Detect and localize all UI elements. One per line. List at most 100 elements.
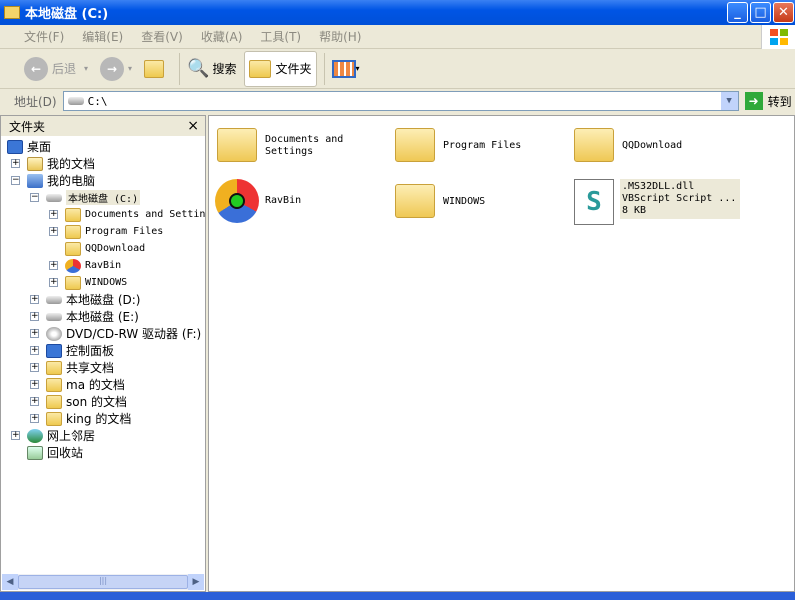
close-button[interactable]: ✕ (773, 2, 794, 23)
tree-item-desktop[interactable]: 桌面 (7, 138, 51, 155)
address-bar: 地址(D) C:\ ▼ ➜ 转到 (0, 89, 795, 113)
item-name: QQDownload (622, 140, 683, 151)
back-button[interactable]: ← 后退 ▾ (20, 51, 92, 87)
minimize-button[interactable]: _ (727, 2, 748, 23)
forward-arrow-icon: → (100, 56, 125, 81)
menu-help[interactable]: 帮助(H) (319, 28, 361, 45)
title-bar: 本地磁盘 (C:) _ □ ✕ (0, 0, 795, 25)
expand-icon[interactable]: + (30, 380, 39, 389)
expand-icon[interactable]: + (30, 346, 39, 355)
item-type: VBScript Script ... (622, 193, 737, 204)
tree-item-documents-and-settings[interactable]: + Documents and Settings (49, 206, 205, 223)
tree-item-ma-documents[interactable]: + ma 的文档 (30, 376, 125, 393)
search-button[interactable]: 🔍 搜索 (183, 51, 240, 87)
windows-logo-icon (761, 25, 795, 49)
tree-item-label: ma 的文档 (66, 378, 125, 392)
tree-item-my-documents[interactable]: + 我的文档 (11, 155, 95, 172)
tree-item-king-documents[interactable]: + king 的文档 (30, 410, 131, 427)
tree-item-drive-d[interactable]: + 本地磁盘 (D:) (30, 291, 140, 308)
up-button[interactable] (140, 51, 172, 87)
tree-item-windows[interactable]: + WINDOWS (49, 274, 127, 291)
tree-item-label: 我的电脑 (47, 174, 96, 188)
folder-icon (65, 241, 81, 256)
folders-button[interactable]: 文件夹 (244, 50, 317, 87)
tree-item-label: QQDownload (85, 243, 146, 254)
tree-item-label: 网上邻居 (47, 429, 96, 443)
tree-item-drive-e[interactable]: + 本地磁盘 (E:) (30, 308, 139, 325)
address-value: C:\ (87, 94, 108, 108)
tree-item-son-documents[interactable]: + son 的文档 (30, 393, 128, 410)
expand-icon[interactable]: + (30, 363, 39, 372)
tree-item-label: son 的文档 (66, 395, 128, 409)
go-arrow-icon: ➜ (744, 92, 763, 110)
menu-edit[interactable]: 编辑(E) (82, 28, 123, 45)
menu-bar: 文件(F) 编辑(E) 查看(V) 收藏(A) 工具(T) 帮助(H) (0, 25, 795, 49)
folders-pane-title: 文件夹 (9, 119, 46, 134)
tree-item-label: Program Files (85, 226, 164, 237)
close-pane-button[interactable]: × (187, 118, 199, 134)
collapse-icon[interactable]: − (30, 193, 39, 202)
docs-icon (27, 156, 43, 171)
address-dropdown[interactable]: ▼ (720, 92, 738, 110)
back-arrow-icon: ← (24, 56, 48, 81)
menu-file[interactable]: 文件(F) (24, 28, 64, 45)
menu-tools[interactable]: 工具(T) (260, 28, 301, 45)
bin-icon (27, 445, 43, 460)
expand-icon[interactable]: + (49, 210, 58, 219)
tree-item-recycle-bin[interactable]: 回收站 (27, 444, 83, 461)
folder-tree: 桌面 + 我的文档 − 我的电脑 − 本地磁盘 (C:) + Documents and Set… (1, 138, 205, 574)
drive-icon (46, 312, 62, 321)
file-ms32dll[interactable]: S .MS32DLL.dll VBScript Script ... 8 KB (574, 179, 740, 225)
folder-icon (65, 224, 81, 239)
tree-item-network-places[interactable]: + 网上邻居 (11, 427, 96, 444)
go-button[interactable]: ➜ 转到 (744, 92, 792, 110)
address-label: 地址(D) (14, 94, 57, 109)
folder-ravbin[interactable]: RavBin (215, 179, 301, 223)
folder-qqdownload[interactable]: QQDownload (574, 128, 682, 162)
cpl-icon (46, 343, 62, 358)
window-title: 本地磁盘 (C:) (25, 7, 109, 22)
ravbin-icon (215, 179, 259, 223)
expand-icon[interactable]: + (30, 414, 39, 423)
scroll-right-icon[interactable]: ▶ (188, 574, 204, 590)
horizontal-scrollbar[interactable]: ◀ ||| ▶ (2, 574, 204, 590)
tree-item-label: RavBin (85, 260, 122, 271)
expand-icon[interactable]: + (30, 295, 39, 304)
tree-item-my-computer[interactable]: − 我的电脑 (11, 172, 96, 189)
folder-windows[interactable]: WINDOWS (395, 184, 485, 218)
tree-item-control-panel[interactable]: + 控制面板 (30, 342, 114, 359)
scroll-thumb[interactable]: ||| (18, 575, 188, 589)
expand-icon[interactable]: + (49, 278, 58, 287)
tree-item-drive-c[interactable]: − 本地磁盘 (C:) (30, 189, 141, 206)
tree-item-dvd-drive-f[interactable]: + DVD/CD-RW 驱动器 (F:) (30, 325, 201, 342)
tree-item-program-files[interactable]: + Program Files (49, 223, 164, 240)
expand-icon[interactable]: + (49, 227, 58, 236)
tree-item-ravbin[interactable]: + RavBin (49, 257, 122, 274)
expand-icon[interactable]: + (11, 159, 20, 168)
menu-view[interactable]: 查看(V) (141, 28, 183, 45)
tree-item-shared-documents[interactable]: + 共享文档 (30, 359, 114, 376)
go-label: 转到 (767, 94, 792, 109)
expand-icon[interactable]: + (30, 329, 39, 338)
tree-item-qqdownload[interactable]: QQDownload (65, 240, 145, 257)
tree-item-label: 回收站 (47, 446, 84, 460)
folder-icon (217, 128, 257, 162)
expand-icon[interactable]: + (49, 261, 58, 270)
address-input[interactable]: C:\ ▼ (62, 91, 739, 111)
folder-icon (65, 207, 81, 222)
forward-button[interactable]: → ▾ (96, 51, 136, 87)
folders-label: 文件夹 (275, 62, 312, 76)
expand-icon[interactable]: + (30, 397, 39, 406)
expand-icon[interactable]: + (11, 431, 20, 440)
collapse-icon[interactable]: − (11, 176, 20, 185)
search-icon: 🔍 (187, 58, 210, 79)
script-file-icon: S (574, 179, 614, 225)
folder-documents-and-settings[interactable]: Documents and Settings (217, 128, 355, 162)
maximize-button[interactable]: □ (750, 2, 771, 23)
expand-icon[interactable]: + (30, 312, 39, 321)
folder-icon (46, 394, 62, 409)
menu-favorites[interactable]: 收藏(A) (201, 28, 243, 45)
views-button[interactable]: ▾ (328, 51, 364, 87)
folder-program-files[interactable]: Program Files (395, 128, 521, 162)
scroll-left-icon[interactable]: ◀ (2, 574, 18, 590)
